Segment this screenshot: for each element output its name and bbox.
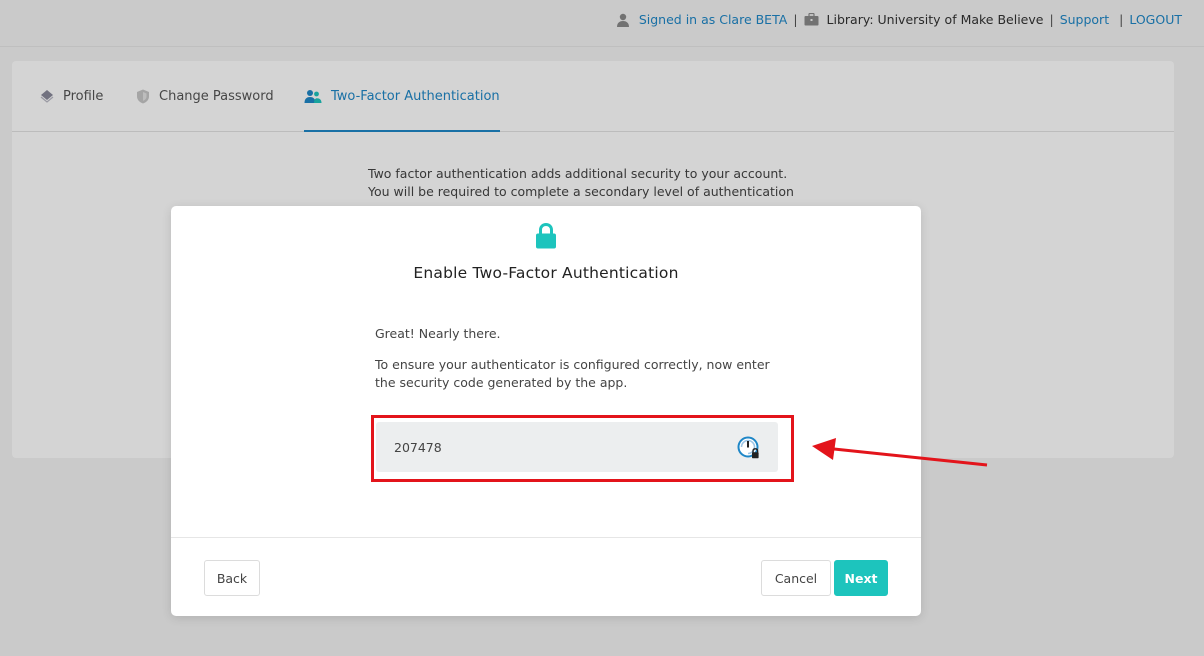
dialog-title: Enable Two-Factor Authentication [413,264,679,282]
dialog-footer: Back Cancel Next [171,537,921,617]
dialog-instructions: To ensure your authenticator is configur… [375,357,770,390]
next-button[interactable]: Next [834,560,888,596]
security-code-field[interactable] [376,422,778,472]
security-code-input[interactable] [376,422,734,472]
back-button[interactable]: Back [204,560,260,596]
lock-icon [536,223,556,249]
annotation-arrow-icon [812,438,988,467]
password-manager-icon[interactable] [737,435,763,461]
dialog-message: Great! Nearly there. [375,326,501,341]
cancel-button[interactable]: Cancel [761,560,831,596]
enable-two-factor-dialog: Enable Two-Factor Authentication Great! … [171,206,921,616]
